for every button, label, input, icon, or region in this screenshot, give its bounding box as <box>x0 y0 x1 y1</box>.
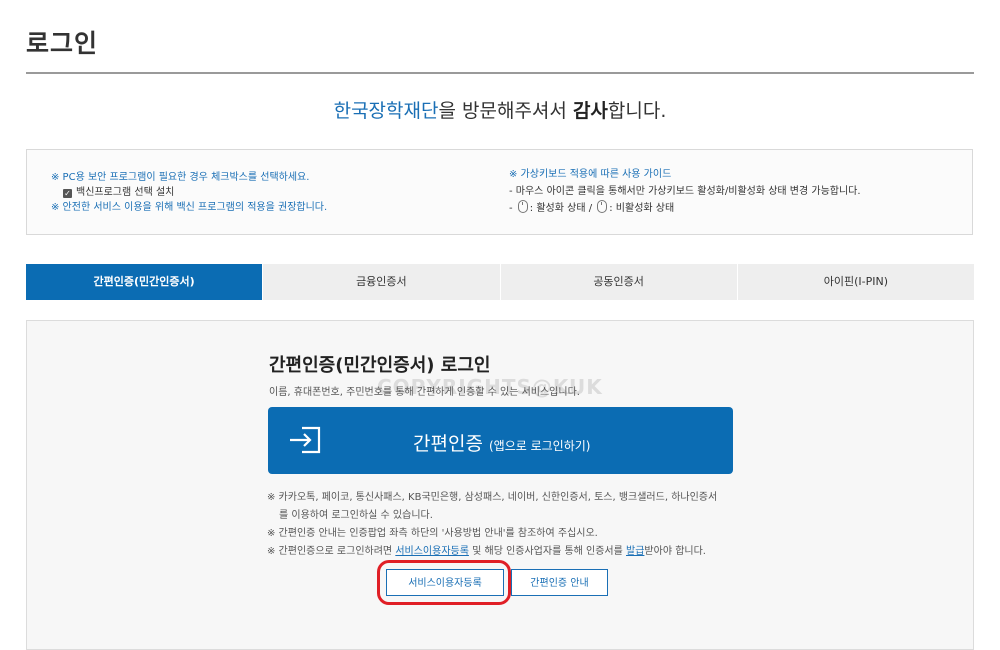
note-register: ※ 간편인증으로 로그인하려면 서비스이용자등록 및 해당 인증사업자를 통해 … <box>267 543 717 561</box>
keyboard-state-legend: - : 활성화 상태 / : 비활성화 상태 <box>509 200 861 217</box>
welcome-org: 한국장학재단 <box>333 100 439 122</box>
virtual-keyboard-guide: ※ 가상키보드 적용에 따른 사용 가이드 - 마우스 아이콘 클릭을 통해서만… <box>509 166 861 217</box>
auth-button-main: 간편인증 <box>413 433 483 455</box>
note-providers-cont: 를 이용하여 로그인하실 수 있습니다. <box>279 510 433 521</box>
auth-button-sub: (앱으로 로그인하기) <box>488 439 591 453</box>
service-register-button[interactable]: 서비스이용자등록 <box>386 569 504 596</box>
vaccine-recommend-line: ※ 안전한 서비스 이용을 위해 백신 프로그램의 적용을 권장합니다. <box>51 202 328 213</box>
keyboard-guide-title: ※ 가상키보드 적용에 따른 사용 가이드 <box>509 169 672 180</box>
keyboard-guide-line: - 마우스 아이콘 클릭을 통해서만 가상키보드 활성화/비활성화 상태 변경 … <box>509 186 861 197</box>
vaccine-checkbox-label[interactable]: 백신프로그램 선택 설치 <box>76 187 174 198</box>
security-notice-line: ※ PC용 보안 프로그램이 필요한 경우 체크박스를 선택하세요. <box>51 172 310 183</box>
login-method-tabs: 간편인증(민간인증서) 금융인증서 공동인증서 아이핀(I-PIN) <box>26 264 974 300</box>
legend-prefix: - <box>509 203 516 214</box>
auth-notes: ※ 카카오톡, 페이코, 통신사패스, KB국민은행, 삼성패스, 네이버, 신… <box>267 489 717 561</box>
note-register-a: ※ 간편인증으로 로그인하려면 <box>267 546 396 557</box>
legend-inactive-text: : 비활성화 상태 <box>609 203 675 214</box>
tab-joint-cert[interactable]: 공동인증서 <box>499 264 737 300</box>
vaccine-checkbox-row[interactable]: ✓ 백신프로그램 선택 설치 <box>51 185 327 200</box>
issue-link[interactable]: 발급 <box>626 546 644 557</box>
simple-auth-login-button[interactable]: 간편인증 (앱으로 로그인하기) <box>268 407 733 474</box>
note-guide: ※ 간편인증 안내는 인증팝업 좌측 하단의 '사용방법 안내'를 참조하여 주… <box>267 528 598 539</box>
service-register-link[interactable]: 서비스이용자등록 <box>395 546 469 557</box>
login-arrow-icon <box>290 426 321 454</box>
title-divider <box>26 72 974 74</box>
simple-auth-guide-button[interactable]: 간편인증 안내 <box>511 569 608 596</box>
simple-auth-panel: COPYRIGHTS@KUK 간편인증(민간인증서) 로그인 이름, 휴대폰번호… <box>26 320 974 650</box>
page-title: 로그인 <box>26 29 99 58</box>
welcome-end: 합니다. <box>607 100 667 122</box>
security-notice-box: ※ PC용 보안 프로그램이 필요한 경우 체크박스를 선택하세요. ✓ 백신프로… <box>26 149 973 235</box>
panel-heading: 간편인증(민간인증서) 로그인 <box>269 355 491 376</box>
tab-financial-cert[interactable]: 금융인증서 <box>262 264 500 300</box>
tab-simple-auth[interactable]: 간편인증(민간인증서) <box>26 264 263 300</box>
mouse-inactive-icon <box>597 200 608 213</box>
welcome-message: 한국장학재단을 방문해주셔서 감사합니다. <box>0 96 1000 123</box>
note-register-c: 받아야 합니다. <box>644 546 706 557</box>
note-register-b: 및 해당 인증사업자를 통해 인증서를 <box>468 546 627 557</box>
legend-active-text: : 활성화 상태 / <box>529 203 596 214</box>
security-program-notice: ※ PC용 보안 프로그램이 필요한 경우 체크박스를 선택하세요. ✓ 백신프로… <box>51 170 327 215</box>
auth-button-label: 간편인증 (앱으로 로그인하기) <box>413 429 590 456</box>
vaccine-checkbox[interactable]: ✓ <box>63 189 72 198</box>
mouse-active-icon <box>517 200 528 213</box>
welcome-thanks: 감사 <box>572 100 608 122</box>
tab-ipin[interactable]: 아이핀(I-PIN) <box>736 264 974 300</box>
note-providers: ※ 카카오톡, 페이코, 통신사패스, KB국민은행, 삼성패스, 네이버, 신… <box>267 492 718 503</box>
welcome-mid: 을 방문해주셔서 <box>438 100 573 122</box>
panel-description: 이름, 휴대폰번호, 주민번호를 통해 간편하게 인증할 수 있는 서비스입니다… <box>269 387 580 398</box>
